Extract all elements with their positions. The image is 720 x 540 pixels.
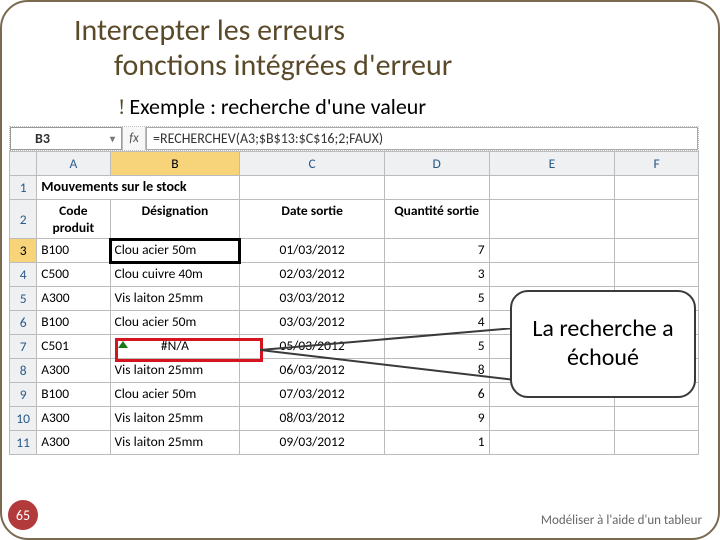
cell-B8[interactable]: Vis laiton 25mm [110, 359, 240, 383]
bullet-icon: ! [118, 94, 125, 119]
formula-input[interactable]: =RECHERCHEV(A3;$B$13:$C$16;2;FAUX) [146, 127, 698, 150]
cell-D8[interactable]: 8 [384, 359, 489, 383]
slide-title: Intercepter les erreurs fonctions intégr… [2, 2, 718, 83]
cell-F2[interactable] [615, 200, 699, 239]
cell-A2[interactable]: Code produit [37, 200, 110, 239]
fx-icon[interactable]: fx [122, 127, 146, 150]
col-header-E[interactable]: E [489, 152, 615, 176]
row-header-5[interactable]: 5 [10, 287, 37, 311]
cell-C5[interactable]: 03/03/2012 [240, 287, 385, 311]
cell-D4[interactable]: 3 [384, 263, 489, 287]
row-header-9[interactable]: 9 [10, 383, 37, 407]
cell-E3[interactable] [489, 239, 615, 263]
cell-E10[interactable] [489, 407, 615, 431]
col-header-D[interactable]: D [384, 152, 489, 176]
cell-B5[interactable]: Vis laiton 25mm [110, 287, 240, 311]
slide-subtitle: !Exemple : recherche d'une valeur [2, 83, 718, 126]
cell-D5[interactable]: 5 [384, 287, 489, 311]
cell-C11[interactable]: 09/03/2012 [240, 431, 385, 455]
cell-C3[interactable]: 01/03/2012 [240, 239, 385, 263]
row-header-2[interactable]: 2 [10, 200, 37, 239]
cell-D2[interactable]: Quantité sortie [384, 200, 489, 239]
cell-B2[interactable]: Désignation [110, 200, 240, 239]
cell-C1[interactable] [240, 176, 385, 200]
select-all-corner[interactable] [10, 152, 37, 176]
cell-D11[interactable]: 1 [384, 431, 489, 455]
cell-A4[interactable]: C500 [37, 263, 110, 287]
row-header-4[interactable]: 4 [10, 263, 37, 287]
callout-bubble: La recherche a échoué [510, 290, 696, 398]
callout-text: La recherche a échoué [518, 315, 688, 373]
cell-C8[interactable]: 06/03/2012 [240, 359, 385, 383]
cell-D10[interactable]: 9 [384, 407, 489, 431]
page-number-badge: 65 [8, 500, 38, 530]
cell-C2[interactable]: Date sortie [240, 200, 385, 239]
cell-F3[interactable] [615, 239, 699, 263]
cell-A8[interactable]: A300 [37, 359, 110, 383]
cell-B10[interactable]: Vis laiton 25mm [110, 407, 240, 431]
cell-C10[interactable]: 08/03/2012 [240, 407, 385, 431]
name-box[interactable]: B3 [10, 127, 122, 150]
row-header-6[interactable]: 6 [10, 311, 37, 335]
row-header-11[interactable]: 11 [10, 431, 37, 455]
footer-text: Modéliser à l'aide d'un tableur [541, 513, 702, 528]
cell-D7[interactable]: 5 [384, 335, 489, 359]
cell-A9[interactable]: B100 [37, 383, 110, 407]
cell-B3[interactable]: Clou acier 50m [110, 239, 240, 263]
error-marker-icon [118, 341, 128, 348]
row-header-10[interactable]: 10 [10, 407, 37, 431]
cell-F11[interactable] [615, 431, 699, 455]
cell-A11[interactable]: A300 [37, 431, 110, 455]
cell-C6[interactable]: 03/03/2012 [240, 311, 385, 335]
cell-D1[interactable] [384, 176, 489, 200]
col-header-F[interactable]: F [615, 152, 699, 176]
cell-B4[interactable]: Clou cuivre 40m [110, 263, 240, 287]
cell-B11[interactable]: Vis laiton 25mm [110, 431, 240, 455]
cell-B7[interactable]: #N/A [110, 335, 240, 359]
cell-E11[interactable] [489, 431, 615, 455]
cell-A3[interactable]: B100 [37, 239, 110, 263]
cell-E4[interactable] [489, 263, 615, 287]
slide-frame: Intercepter les erreurs fonctions intégr… [0, 0, 720, 540]
title-line2: fonctions intégrées d'erreur [74, 49, 718, 84]
cell-A10[interactable]: A300 [37, 407, 110, 431]
cell-A7[interactable]: C501 [37, 335, 110, 359]
cell-B9[interactable]: Clou acier 50m [110, 383, 240, 407]
cell-F1[interactable] [615, 176, 699, 200]
cell-F4[interactable] [615, 263, 699, 287]
cell-C7[interactable]: 05/03/2012 [240, 335, 385, 359]
cell-A1[interactable]: Mouvements sur le stock [37, 176, 240, 200]
col-header-A[interactable]: A [37, 152, 110, 176]
cell-D3[interactable]: 7 [384, 239, 489, 263]
row-header-7[interactable]: 7 [10, 335, 37, 359]
cell-D9[interactable]: 6 [384, 383, 489, 407]
formula-bar: B3 fx =RECHERCHEV(A3;$B$13:$C$16;2;FAUX) [9, 126, 699, 151]
cell-A5[interactable]: A300 [37, 287, 110, 311]
cell-C4[interactable]: 02/03/2012 [240, 263, 385, 287]
row-header-1[interactable]: 1 [10, 176, 37, 200]
cell-A6[interactable]: B100 [37, 311, 110, 335]
row-header-8[interactable]: 8 [10, 359, 37, 383]
cell-F10[interactable] [615, 407, 699, 431]
cell-C9[interactable]: 07/03/2012 [240, 383, 385, 407]
col-header-C[interactable]: C [240, 152, 385, 176]
row-header-3[interactable]: 3 [10, 239, 37, 263]
col-header-B[interactable]: B [110, 152, 240, 176]
cell-E2[interactable] [489, 200, 615, 239]
cell-D6[interactable]: 4 [384, 311, 489, 335]
title-line1: Intercepter les erreurs [74, 12, 345, 49]
cell-B6[interactable]: Clou acier 50m [110, 311, 240, 335]
cell-E1[interactable] [489, 176, 615, 200]
